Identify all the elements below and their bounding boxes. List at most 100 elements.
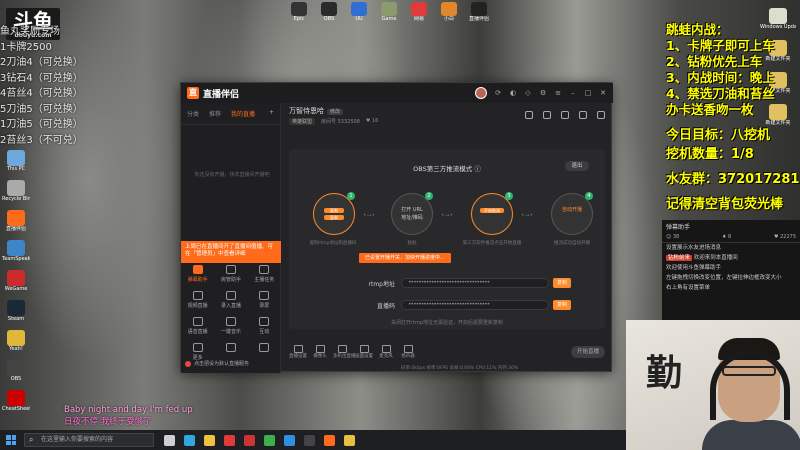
- notice-banner[interactable]: 上周已在直播间开了直播间值播、可在「管理员」中查看详细: [181, 241, 281, 263]
- bottom-tool-button[interactable]: 多机位直播: [333, 345, 356, 359]
- desktop-shortcut[interactable]: CheatSheet: [2, 390, 30, 416]
- bottom-tool-label: 扬声器: [401, 354, 415, 359]
- taskbar-search-input[interactable]: 在这里输入你要搜索的内容: [24, 433, 154, 447]
- tool-button[interactable]: [249, 341, 279, 361]
- desktop-shortcut[interactable]: 小白: [438, 2, 460, 26]
- stream-key-field[interactable]: ••••••••••••••••••••••••••••••••: [401, 300, 549, 310]
- tab-recommend[interactable]: 推荐: [209, 109, 221, 118]
- netease-icon[interactable]: [224, 434, 235, 446]
- app-icon: [7, 360, 25, 376]
- user-avatar[interactable]: [475, 87, 487, 99]
- desktop-shortcut[interactable]: WeGame: [2, 270, 30, 296]
- douyu-icon[interactable]: [324, 434, 335, 446]
- desktop-shortcut[interactable]: Game: [378, 2, 400, 26]
- qq-icon[interactable]: [284, 434, 295, 446]
- copy-icon[interactable]: [561, 111, 569, 119]
- tool-button[interactable]: 一键音乐: [216, 315, 246, 335]
- desktop-shortcut[interactable]: Steam: [2, 300, 30, 326]
- fan-group: 水友群：372017281: [666, 172, 800, 187]
- wechat-icon[interactable]: [264, 434, 275, 446]
- bottom-tool-button[interactable]: 直播设置: [289, 345, 307, 359]
- exit-obs-button[interactable]: 退出: [565, 161, 589, 171]
- copy-rtmp-button[interactable]: 复制: [553, 278, 571, 288]
- copy-key-button[interactable]: 复制: [553, 300, 571, 310]
- lock-icon[interactable]: [543, 111, 551, 119]
- desktop-shortcut[interactable]: Epic: [288, 2, 310, 26]
- desktop-shortcut[interactable]: TeamSpeak: [2, 240, 30, 266]
- app-icon: [471, 2, 487, 16]
- chrome-icon[interactable]: [344, 434, 355, 446]
- refresh-icon[interactable]: ⟳: [494, 89, 502, 97]
- desktop-shortcut[interactable]: OBS: [318, 2, 340, 26]
- tab-category[interactable]: 分类: [187, 109, 199, 118]
- shortcut-label: OBS: [10, 376, 22, 382]
- song-subtitles: Baby night and day I'm fed up 日夜不停 我终于受够…: [64, 405, 193, 427]
- app-icon: [7, 300, 25, 316]
- windows-taskbar: 在这里输入你要搜索的内容: [0, 430, 626, 450]
- share-icon[interactable]: [597, 111, 605, 119]
- minimize-icon[interactable]: –: [569, 89, 577, 97]
- app-icon[interactable]: [244, 434, 255, 446]
- tool-icon: [192, 317, 203, 326]
- bottom-tool-label: 画面设置: [355, 354, 373, 359]
- app-icon: [7, 150, 25, 166]
- edit-title-button[interactable]: 修改: [327, 109, 344, 115]
- desktop-shortcut[interactable]: Yeah!: [2, 330, 30, 356]
- copy-pill-button[interactable]: 复制: [324, 208, 344, 213]
- headset-icon[interactable]: ◐: [509, 89, 517, 97]
- tool-button[interactable]: 录入直播: [216, 289, 246, 309]
- add-tab-icon[interactable]: +: [269, 109, 274, 118]
- app-icon: [411, 2, 427, 16]
- close-icon[interactable]: ✕: [599, 89, 607, 97]
- edge-icon[interactable]: [184, 434, 195, 446]
- desktop-shortcut[interactable]: This PC: [2, 150, 30, 176]
- tool-button[interactable]: 语音直播: [183, 315, 213, 335]
- desktop-shortcut[interactable]: 网易: [408, 2, 430, 26]
- chat-text: 欢迎使用斗鱼弹幕助手: [666, 265, 722, 271]
- tool-button[interactable]: 互动: [249, 315, 279, 335]
- bottom-tool-button[interactable]: 扬声器: [399, 345, 417, 359]
- overlay-line: 4苔丝4（可兑换）: [0, 88, 83, 99]
- explorer-icon[interactable]: [204, 434, 215, 446]
- tool-label: 弹幕助手: [187, 277, 208, 283]
- obs-icon[interactable]: [304, 434, 315, 446]
- copy-pill-button[interactable]: 复制: [324, 215, 344, 220]
- bottom-tool-button[interactable]: 画面设置: [355, 345, 373, 359]
- step-caption: 复制rtmp地址和直播码: [309, 241, 357, 246]
- tab-my-live[interactable]: 我的直播: [231, 109, 255, 118]
- tool-button[interactable]: 录屏: [249, 289, 279, 309]
- app-sidebar: 分类 推荐 我的直播 + 你还没有开播，快去直播间开播吧 上周已在直播间开了直播…: [181, 103, 281, 373]
- rtmp-address-field[interactable]: ••••••••••••••••••••••••••••••••: [401, 278, 549, 288]
- tool-icon: [192, 343, 203, 352]
- desktop-left-icons: This PC Recycle Bin 直播伴侣 TeamSpeak WeGame Ste…: [2, 150, 34, 420]
- start-live-button[interactable]: 开始直播: [571, 346, 605, 358]
- menu-icon[interactable]: ≡: [554, 89, 562, 97]
- gear-icon[interactable]: ⚙: [539, 89, 547, 97]
- desktop-shortcut[interactable]: UU: [348, 2, 370, 26]
- windows-start-icon[interactable]: [6, 435, 16, 445]
- bottom-tool-icon: [337, 345, 347, 353]
- desktop-shortcut[interactable]: 直播伴侣: [2, 210, 30, 236]
- desktop-shortcut[interactable]: 直播伴侣: [468, 2, 490, 26]
- daily-goal: 今日目标：八挖机: [666, 128, 771, 143]
- bottom-tool-button[interactable]: 麦克风: [377, 345, 395, 359]
- room-category[interactable]: 英雄联盟: [289, 118, 316, 125]
- sidebar-footer[interactable]: 点击把设为默认直播服务: [185, 360, 249, 367]
- room-id: 5332508: [337, 119, 360, 125]
- tool-button[interactable]: [216, 341, 246, 361]
- tool-button[interactable]: 主播任务: [249, 263, 279, 283]
- tool-button[interactable]: 更多: [183, 341, 213, 361]
- bottom-tool-label: 麦克风: [379, 354, 393, 359]
- task-view-icon[interactable]: [164, 434, 175, 446]
- bell-icon[interactable]: [579, 111, 587, 119]
- shirt-icon[interactable]: ◇: [524, 89, 532, 97]
- desktop-shortcut[interactable]: OBS: [2, 360, 30, 386]
- gift-icon[interactable]: [525, 111, 533, 119]
- tool-button[interactable]: 视频直播: [183, 289, 213, 309]
- tool-button[interactable]: 房管助手: [216, 263, 246, 283]
- bottom-tool-button[interactable]: 摄像头: [311, 345, 329, 359]
- maximize-icon[interactable]: □: [584, 89, 592, 97]
- desktop-shortcut[interactable]: Recycle Bin: [2, 180, 30, 206]
- tool-button[interactable]: 弹幕助手: [183, 263, 213, 283]
- tool-label: 录屏: [259, 303, 270, 309]
